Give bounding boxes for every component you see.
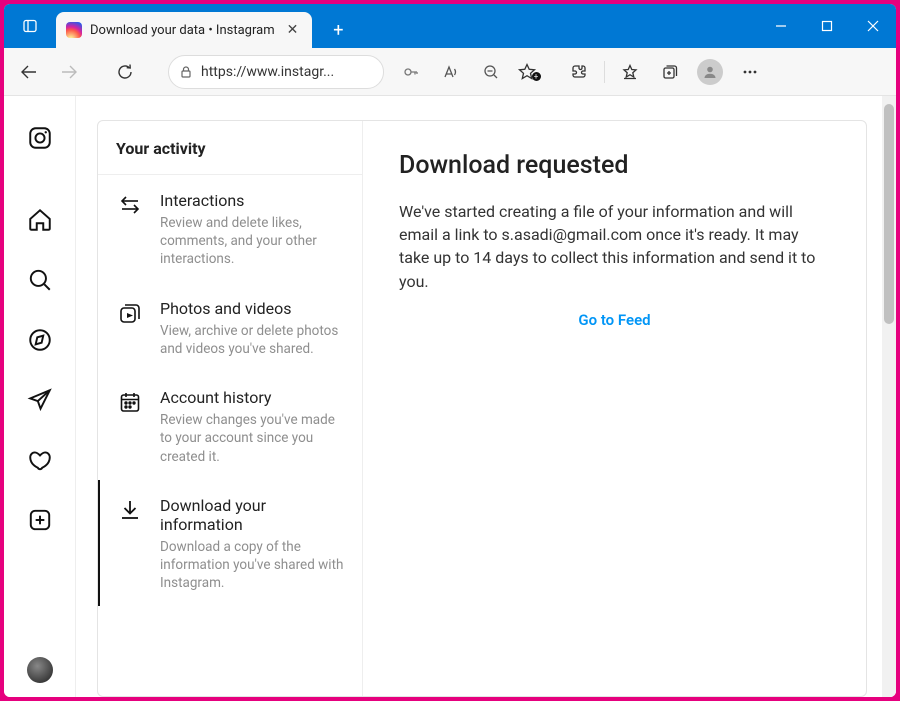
instagram-logo-icon[interactable]	[16, 114, 64, 162]
home-nav-icon[interactable]	[16, 196, 64, 244]
close-tab-button[interactable]: ✕	[283, 20, 303, 40]
profile-button[interactable]	[691, 53, 729, 91]
page-heading: Download requested	[399, 151, 830, 180]
sidebar-item-title: Interactions	[160, 191, 348, 210]
url-text: https://www.instagr...	[201, 64, 373, 80]
sidebar-item-desc: Download a copy of the information you'v…	[160, 538, 348, 593]
activity-sidebar: Your activity Interactions Review and de…	[98, 121, 363, 696]
instagram-favicon-icon	[66, 22, 82, 38]
calendar-icon	[118, 388, 144, 466]
toolbar-separator	[604, 61, 605, 83]
browser-window: Download your data • Instagram ✕ +	[4, 4, 896, 697]
tab-actions-button[interactable]	[10, 4, 50, 48]
sidebar-header: Your activity	[98, 121, 362, 175]
profile-nav-icon[interactable]	[27, 657, 53, 683]
tab-title: Download your data • Instagram	[90, 23, 275, 38]
password-icon[interactable]	[392, 53, 430, 91]
messages-nav-icon[interactable]	[16, 376, 64, 424]
vertical-scrollbar[interactable]	[882, 96, 896, 697]
favorites-list-button[interactable]	[611, 53, 649, 91]
photos-videos-icon	[118, 299, 144, 358]
sidebar-item-title: Download your information	[160, 496, 348, 534]
page-viewport: Your activity Interactions Review and de…	[4, 96, 896, 697]
back-button[interactable]	[10, 53, 48, 91]
notifications-nav-icon[interactable]	[16, 436, 64, 484]
main-panel: Download requested We've started creatin…	[363, 121, 866, 696]
scrollbar-thumb[interactable]	[884, 104, 894, 324]
page-content: Your activity Interactions Review and de…	[76, 96, 896, 697]
collections-button[interactable]	[651, 53, 689, 91]
lock-icon	[179, 65, 193, 79]
page-body-text: We've started creating a file of your in…	[399, 200, 830, 293]
maximize-button[interactable]	[804, 8, 850, 44]
sidebar-item-title: Photos and videos	[160, 299, 348, 318]
browser-toolbar: https://www.instagr... +	[4, 48, 896, 96]
go-to-feed-link[interactable]: Go to Feed	[399, 311, 830, 329]
read-aloud-icon[interactable]	[432, 53, 470, 91]
forward-button[interactable]	[50, 53, 88, 91]
download-icon	[118, 496, 144, 593]
extensions-button[interactable]	[560, 53, 598, 91]
refresh-button[interactable]	[106, 53, 144, 91]
sidebar-item-title: Account history	[160, 388, 348, 407]
avatar-icon	[697, 59, 723, 85]
sidebar-item-desc: View, archive or delete photos and video…	[160, 322, 348, 358]
instagram-nav-rail	[4, 96, 76, 697]
address-bar[interactable]: https://www.instagr...	[168, 55, 384, 89]
search-nav-icon[interactable]	[16, 256, 64, 304]
minimize-button[interactable]	[758, 8, 804, 44]
titlebar: Download your data • Instagram ✕ +	[4, 4, 896, 48]
window-close-button[interactable]	[850, 8, 896, 44]
favorites-button[interactable]: +	[512, 53, 550, 91]
browser-tab[interactable]: Download your data • Instagram ✕	[56, 12, 312, 48]
interactions-icon	[118, 191, 144, 269]
sidebar-item-desc: Review changes you've made to your accou…	[160, 411, 348, 466]
explore-nav-icon[interactable]	[16, 316, 64, 364]
sidebar-item-photos-videos[interactable]: Photos and videos View, archive or delet…	[98, 283, 362, 372]
activity-card: Your activity Interactions Review and de…	[97, 120, 867, 697]
create-nav-icon[interactable]	[16, 496, 64, 544]
sidebar-item-desc: Review and delete likes, comments, and y…	[160, 214, 348, 269]
more-button[interactable]	[731, 53, 769, 91]
sidebar-item-download-info[interactable]: Download your information Download a cop…	[98, 480, 362, 607]
sidebar-item-account-history[interactable]: Account history Review changes you've ma…	[98, 372, 362, 480]
sidebar-item-interactions[interactable]: Interactions Review and delete likes, co…	[98, 175, 362, 283]
new-tab-button[interactable]: +	[320, 12, 356, 48]
zoom-out-icon[interactable]	[472, 53, 510, 91]
